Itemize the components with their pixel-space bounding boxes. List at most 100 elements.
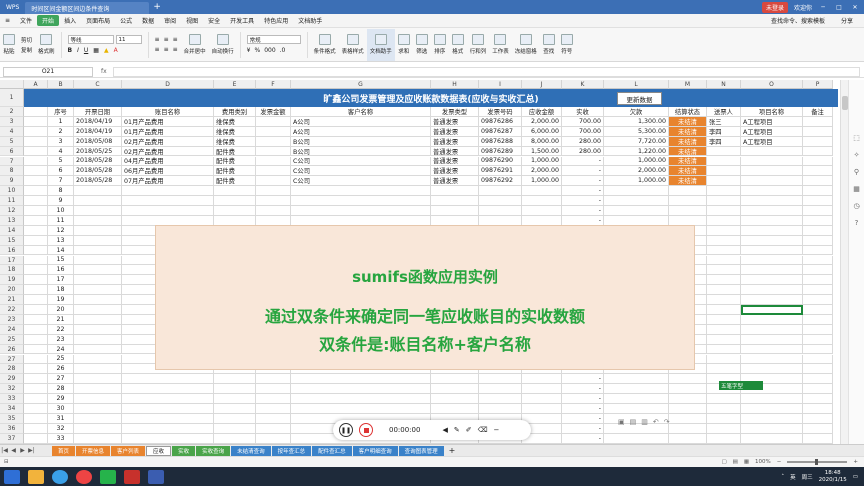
grid-cell[interactable]: 32 — [48, 423, 74, 434]
sheet-tab[interactable]: 客户明细查询 — [352, 445, 398, 456]
grid-cell[interactable]: 10 — [48, 206, 74, 216]
align-top-icon[interactable]: ≡ — [155, 36, 160, 43]
table-cell[interactable]: 09876287 — [479, 126, 522, 137]
table-cell[interactable]: A公司 — [291, 116, 431, 127]
table-cell[interactable]: 04月产品费用 — [122, 156, 214, 167]
table-cell[interactable]: 2,000.00 — [522, 166, 562, 177]
grid-cell[interactable] — [803, 206, 833, 216]
save-icon[interactable]: ▣ — [618, 418, 625, 430]
table-header-cell[interactable]: 应收金额 — [522, 107, 562, 117]
clock[interactable]: 18:48 2020/1/15 — [819, 470, 847, 484]
grid-cell[interactable] — [479, 384, 522, 395]
grid-cell[interactable] — [707, 295, 741, 305]
row-header[interactable]: 16 — [0, 245, 24, 256]
table-cell[interactable] — [803, 156, 833, 167]
column-header[interactable]: B — [48, 80, 74, 89]
table-cell[interactable]: 280.00 — [562, 146, 604, 157]
grid-cell[interactable] — [24, 116, 48, 127]
grid-cell[interactable] — [707, 423, 741, 434]
grid-cell[interactable] — [214, 404, 256, 414]
row-header[interactable]: 6 — [0, 146, 24, 157]
row-header[interactable]: 15 — [0, 235, 24, 246]
grid-cell[interactable] — [24, 255, 48, 266]
grid-cell[interactable] — [707, 334, 741, 345]
grid-cell[interactable]: - — [562, 404, 604, 414]
table-cell[interactable]: 8,000.00 — [522, 136, 562, 147]
row-header[interactable]: 8 — [0, 166, 24, 177]
grid-cell[interactable] — [24, 206, 48, 216]
grid-cell[interactable]: 22 — [48, 324, 74, 335]
stop-icon[interactable] — [359, 423, 373, 437]
grid-cell[interactable] — [74, 334, 122, 345]
column-header[interactable]: J — [522, 80, 562, 89]
row-header[interactable]: 26 — [0, 344, 24, 355]
grid-cell[interactable] — [479, 206, 522, 216]
grid-cell[interactable] — [256, 413, 291, 424]
side-chart-icon[interactable]: ▦ — [853, 185, 860, 193]
grid-cell[interactable] — [291, 196, 431, 206]
grid-cell[interactable] — [122, 433, 214, 444]
grid-cell[interactable] — [122, 196, 214, 206]
status-badge[interactable]: 未结清 — [669, 126, 707, 137]
grid-cell[interactable] — [803, 255, 833, 266]
grid-cell[interactable] — [741, 275, 803, 286]
row-header[interactable]: 19 — [0, 275, 24, 286]
grid-cell[interactable] — [24, 423, 48, 434]
table-cell[interactable]: 2,000.00 — [604, 166, 669, 177]
table-cell[interactable]: 09876289 — [479, 146, 522, 157]
grid-cell[interactable] — [256, 374, 291, 385]
grid-cell[interactable]: 24 — [48, 344, 74, 355]
grid-cell[interactable] — [803, 413, 833, 424]
side-filter-icon[interactable]: ⚲ — [854, 168, 859, 176]
grid-cell[interactable]: 25 — [48, 354, 74, 365]
table-cell[interactable] — [256, 146, 291, 157]
pause-icon[interactable]: ❚❚ — [339, 423, 353, 437]
table-cell[interactable]: 7 — [48, 176, 74, 187]
grid-cell[interactable] — [803, 344, 833, 355]
table-cell[interactable]: 6 — [48, 166, 74, 177]
font-name-select[interactable]: 等线 — [67, 35, 114, 44]
row-header[interactable]: 34 — [0, 404, 24, 414]
undo-icon[interactable]: ↶ — [653, 418, 659, 430]
table-header-cell[interactable]: 结算状态 — [669, 107, 707, 117]
grid-cell[interactable]: 23 — [48, 334, 74, 345]
grid-cell[interactable]: - — [562, 374, 604, 385]
grid-cell[interactable] — [741, 285, 803, 296]
app-name[interactable]: WPS — [0, 4, 25, 11]
grid-cell[interactable] — [24, 265, 48, 276]
fx-icon[interactable]: fx — [101, 68, 107, 75]
grid-cell[interactable] — [803, 374, 833, 385]
grid-cell[interactable]: 17 — [48, 275, 74, 286]
freeze-panes-button[interactable]: 冻结窗格 — [512, 29, 540, 61]
grid-cell[interactable] — [707, 275, 741, 286]
grid-cell[interactable] — [74, 404, 122, 414]
sheet-tab[interactable]: 客户列表 — [111, 445, 146, 456]
wps-writer-icon[interactable] — [148, 469, 164, 484]
new-tab-button[interactable]: + — [153, 2, 161, 12]
table-cell[interactable] — [741, 166, 803, 177]
grid-cell[interactable]: 27 — [48, 374, 74, 385]
grid-cell[interactable] — [256, 384, 291, 395]
grid-cell[interactable] — [74, 285, 122, 296]
table-cell[interactable]: 700.00 — [562, 126, 604, 137]
row-header[interactable]: 5 — [0, 136, 24, 147]
marker-icon[interactable]: ✐ — [466, 426, 472, 434]
add-sheet-icon[interactable]: + — [449, 446, 456, 455]
grid-cell[interactable] — [431, 196, 479, 206]
font-size-select[interactable]: 11 — [115, 35, 142, 44]
table-cell[interactable]: C公司 — [291, 156, 431, 167]
pen-icon[interactable]: ✎ — [454, 426, 460, 434]
row-header[interactable]: 27 — [0, 354, 24, 365]
table-cell[interactable]: 2018/04/19 — [74, 116, 122, 127]
table-cell[interactable]: 2 — [48, 126, 74, 137]
grid-cell[interactable] — [74, 364, 122, 375]
menu-insert[interactable]: 插入 — [59, 16, 81, 25]
grid-cell[interactable] — [604, 384, 669, 395]
grid-cell[interactable] — [74, 196, 122, 206]
grid-cell[interactable] — [214, 196, 256, 206]
row-col-button[interactable]: 行和列 — [467, 29, 490, 61]
column-header[interactable]: H — [431, 80, 479, 89]
grid-cell[interactable] — [24, 354, 48, 365]
grid-cell[interactable] — [669, 206, 707, 216]
search-command[interactable]: 查找命令、搜索模板 — [766, 16, 830, 25]
